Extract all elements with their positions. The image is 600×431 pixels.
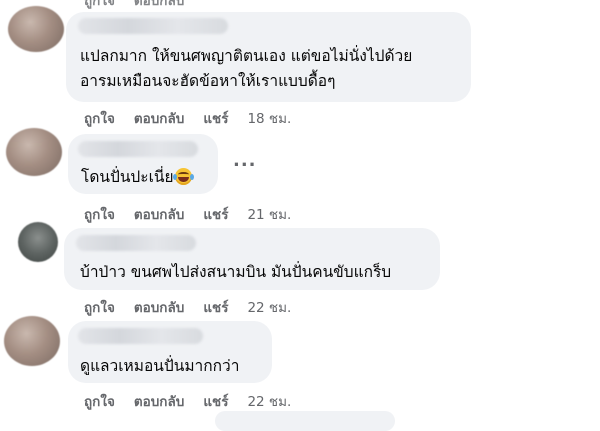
comment-text: บ้าป่าว ขนศพไปส่งสนามบิน มันปั่นคนขับแกร…: [80, 263, 392, 281]
reply-button[interactable]: ตอบกลับ: [134, 107, 184, 129]
like-button[interactable]: ถูกใจ: [84, 390, 115, 412]
like-button[interactable]: ถูกใจ: [84, 0, 115, 11]
comment-bubble: ดูแลวเหมอนปั่นมากกว่า: [68, 321, 272, 383]
comment-bubble: [215, 411, 395, 431]
reply-button[interactable]: ตอบกลับ: [134, 390, 184, 412]
reply-button[interactable]: ตอบกลับ: [134, 203, 184, 225]
comment-actions: ถูกใจ ตอบกลับ แชร์ 21 ชม.: [84, 203, 291, 225]
comment-actions: ถูกใจ ตอบกลับ แชร์ 18 ชม.: [84, 107, 291, 129]
timestamp[interactable]: 22 ชม.: [247, 390, 291, 412]
like-button[interactable]: ถูกใจ: [84, 296, 115, 318]
commenter-name-redacted[interactable]: [78, 328, 203, 344]
timestamp[interactable]: 18 ชม.: [247, 107, 291, 129]
reply-button[interactable]: ตอบกลับ: [134, 0, 184, 11]
face-with-tears-of-joy-icon: [172, 168, 194, 185]
avatar[interactable]: [18, 222, 58, 262]
avatar[interactable]: [8, 6, 64, 52]
timestamp[interactable]: 22 ชม.: [247, 296, 291, 318]
commenter-name-redacted[interactable]: [78, 141, 198, 157]
share-button[interactable]: แชร์: [203, 107, 228, 129]
comment-bubble: แปลกมาก ให้ขนศพญาติตนเอง แต่ขอไม่นั่งไปด…: [66, 12, 471, 102]
avatar[interactable]: [6, 128, 62, 176]
share-button[interactable]: แชร์: [203, 203, 228, 225]
comment-text: โดนปั่นปะเนี่ย: [81, 166, 194, 188]
comment-text: ดูแลวเหมอนปั่นมากกว่า: [80, 357, 240, 375]
commenter-name-redacted[interactable]: [76, 235, 196, 251]
avatar[interactable]: [4, 316, 60, 366]
partial-actions-row: ถูกใจ ตอบกลับ: [84, 0, 184, 11]
reply-button[interactable]: ตอบกลับ: [134, 296, 184, 318]
share-button[interactable]: แชร์: [203, 296, 228, 318]
comment-text: แปลกมาก ให้ขนศพญาติตนเอง แต่ขอไม่นั่งไปด…: [80, 47, 413, 65]
comment-actions: ถูกใจ ตอบกลับ แชร์ 22 ชม.: [84, 390, 291, 412]
comment-bubble: บ้าป่าว ขนศพไปส่งสนามบิน มันปั่นคนขับแกร…: [64, 228, 440, 290]
comment-actions: ถูกใจ ตอบกลับ แชร์ 22 ชม.: [84, 296, 291, 318]
timestamp[interactable]: 21 ชม.: [247, 203, 291, 225]
comment-bubble: โดนปั่นปะเนี่ย: [68, 134, 218, 194]
commenter-name-redacted[interactable]: [78, 18, 228, 34]
like-button[interactable]: ถูกใจ: [84, 203, 115, 225]
comment-text: อารมเหมือนจะฮัดข้อหาให้เราแบบดื้อๆ: [80, 72, 336, 90]
comment-text-content: โดนปั่นปะเนี่ย: [81, 168, 174, 186]
more-options-icon[interactable]: ...: [233, 150, 257, 171]
share-button[interactable]: แชร์: [203, 390, 228, 412]
like-button[interactable]: ถูกใจ: [84, 107, 115, 129]
